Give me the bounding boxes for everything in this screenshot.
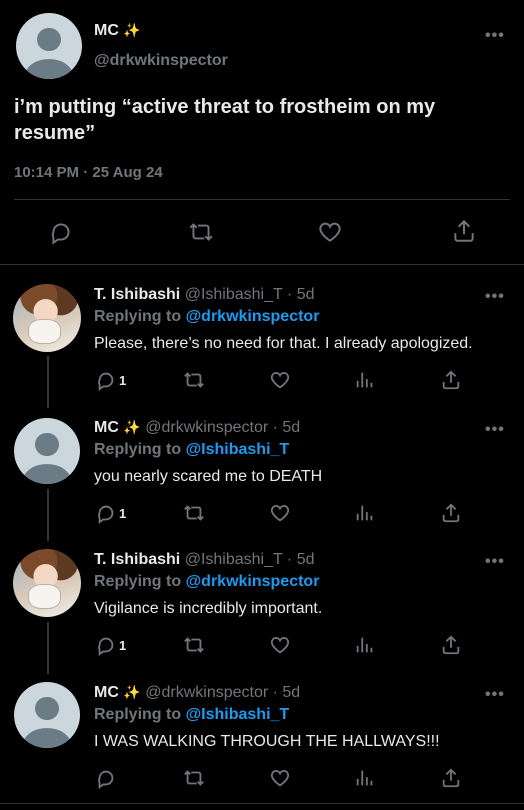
more-icon[interactable]: ••• (485, 686, 505, 704)
replying-mention[interactable]: @drkwkinspector (186, 308, 320, 325)
replying-to-line: Replying to @drkwkinspector (94, 308, 319, 326)
reply-meta[interactable]: @drkwkinspector · 5d (145, 684, 300, 701)
like-icon[interactable] (268, 369, 292, 391)
reply-count: 1 (119, 505, 127, 521)
views-icon[interactable] (354, 369, 376, 391)
more-icon[interactable]: ••• (485, 288, 505, 306)
reply-count: 1 (119, 372, 127, 388)
main-tweet-timestamp[interactable]: 10:14 PM · 25 Aug 24 (14, 164, 163, 181)
reply-icon[interactable] (95, 767, 117, 789)
reply-header: T. Ishibashi @Ishibashi_T · 5d (94, 551, 315, 569)
more-icon[interactable]: ••• (485, 27, 505, 45)
reply-author-name[interactable]: T. Ishibashi (94, 551, 180, 568)
reply-text: I WAS WALKING THROUGH THE HALLWAYS!!! (94, 733, 440, 750)
thread-line (47, 356, 49, 408)
reply-meta[interactable]: @Ishibashi_T · 5d (185, 551, 315, 568)
share-icon[interactable] (451, 218, 477, 244)
replying-mention[interactable]: @drkwkinspector (186, 573, 320, 590)
more-icon[interactable]: ••• (485, 553, 505, 571)
reply-header: T. Ishibashi @Ishibashi_T · 5d (94, 286, 315, 304)
like-icon[interactable] (268, 502, 292, 524)
reply-author-name[interactable]: T. Ishibashi (94, 286, 180, 303)
reply-count: 1 (119, 637, 127, 653)
reply-meta[interactable]: @drkwkinspector · 5d (145, 419, 300, 436)
reply-text: Please, there’s no need for that. I alre… (94, 335, 473, 352)
reply-text: you nearly scared me to DEATH (94, 468, 323, 485)
reply-icon[interactable]: 1 (95, 502, 126, 524)
reply-text: Vigilance is incredibly important. (94, 600, 323, 617)
replying-label: Replying to (94, 573, 182, 590)
replying-to-line: Replying to @Ishibashi_T (94, 441, 289, 459)
replying-mention[interactable]: @Ishibashi_T (186, 706, 290, 723)
thread-line (47, 622, 49, 674)
main-divider-bottom (0, 264, 524, 265)
reply-author-name[interactable]: MC (94, 419, 119, 436)
sparkle-emoji: ✨ (123, 22, 141, 38)
main-tweet-text: i’m putting “active threat to frostheim … (14, 96, 436, 144)
sparkle-emoji: ✨ (123, 684, 141, 700)
like-icon[interactable] (268, 767, 292, 789)
reply-author-name[interactable]: MC (94, 684, 119, 701)
views-icon[interactable] (354, 502, 376, 524)
reply-meta[interactable]: @Ishibashi_T · 5d (185, 286, 315, 303)
share-icon[interactable] (440, 502, 462, 524)
retweet-icon[interactable] (182, 634, 206, 656)
main-author-row: MC ✨ (94, 22, 141, 40)
reply-avatar[interactable] (13, 549, 81, 617)
views-icon[interactable] (354, 767, 376, 789)
main-divider-top (14, 199, 510, 200)
retweet-icon[interactable] (182, 767, 206, 789)
replying-label: Replying to (94, 706, 182, 723)
like-icon[interactable] (316, 219, 344, 245)
retweet-icon[interactable] (187, 219, 215, 245)
sparkle-emoji: ✨ (123, 419, 141, 435)
reply-icon[interactable]: 1 (95, 369, 126, 391)
share-icon[interactable] (440, 369, 462, 391)
replying-label: Replying to (94, 441, 182, 458)
reply-avatar[interactable] (14, 682, 80, 748)
more-icon[interactable]: ••• (485, 421, 505, 439)
main-author-handle[interactable]: @drkwkinspector (94, 52, 228, 70)
reply-icon[interactable]: 1 (95, 634, 126, 656)
share-icon[interactable] (440, 634, 462, 656)
main-avatar[interactable] (16, 13, 82, 79)
replying-to-line: Replying to @Ishibashi_T (94, 706, 289, 724)
replying-mention[interactable]: @Ishibashi_T (186, 441, 290, 458)
like-icon[interactable] (268, 634, 292, 656)
replying-to-line: Replying to @drkwkinspector (94, 573, 319, 591)
retweet-icon[interactable] (182, 502, 206, 524)
reply-icon[interactable] (48, 219, 74, 245)
reply-header: MC ✨ @drkwkinspector · 5d (94, 684, 300, 702)
replying-label: Replying to (94, 308, 182, 325)
retweet-icon[interactable] (182, 369, 206, 391)
thread-line (47, 489, 49, 541)
reply-avatar[interactable] (13, 284, 81, 352)
reply-header: MC ✨ @drkwkinspector · 5d (94, 419, 300, 437)
reply-avatar[interactable] (14, 418, 80, 484)
share-icon[interactable] (440, 767, 462, 789)
bottom-divider (0, 803, 524, 804)
views-icon[interactable] (354, 634, 376, 656)
main-author-name[interactable]: MC (94, 22, 119, 39)
